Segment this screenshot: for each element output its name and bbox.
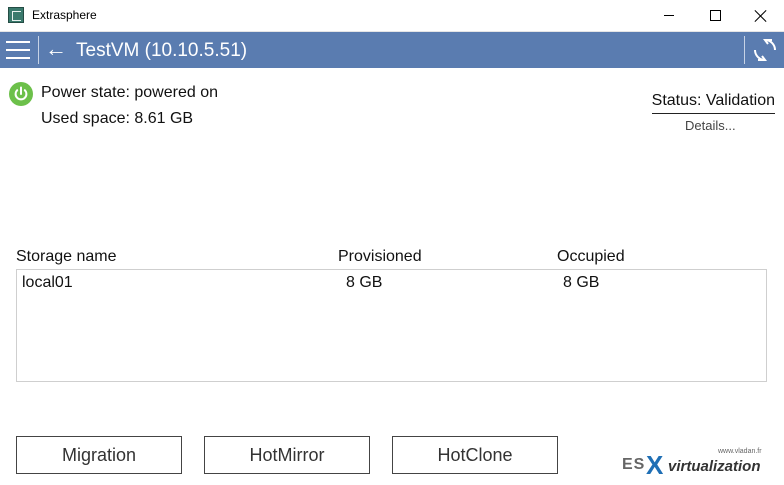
hamburger-menu-icon[interactable] [6,41,30,59]
close-icon [754,9,768,23]
watermark-x: X [646,450,664,480]
table-row[interactable]: local01 8 GB 8 GB [17,274,766,296]
migration-button[interactable]: Migration [16,436,182,474]
column-header-occupied: Occupied [557,248,625,265]
window-titlebar: Extrasphere [0,0,784,32]
minimize-icon [664,15,674,16]
app-logo-icon [8,7,24,23]
header-divider-right [744,36,745,64]
vm-title: TestVM (10.10.5.51) [76,40,248,61]
details-link[interactable]: Details... [685,118,736,133]
header-divider [38,36,39,64]
status-label: Status: Validation [651,92,775,114]
back-arrow-icon[interactable]: ← [45,38,67,60]
esx-virtualization-watermark: www.vladan.fr ES X virtualization [622,448,780,480]
power-icon [9,82,33,106]
close-button[interactable] [738,0,784,31]
maximize-button[interactable] [692,0,738,31]
minimize-button[interactable] [646,0,692,31]
watermark-virtualization: virtualization [668,458,761,475]
maximize-icon [709,10,721,21]
column-header-provisioned: Provisioned [338,248,422,265]
occupied-cell: 8 GB [563,274,600,291]
column-header-storage-name: Storage name [16,248,117,265]
watermark-url: www.vladan.fr [718,448,762,455]
provisioned-cell: 8 GB [346,274,383,291]
refresh-icon[interactable] [752,37,778,63]
power-state-text: Power state: powered on [41,84,218,101]
storage-table: local01 8 GB 8 GB [16,269,767,382]
hotmirror-button[interactable]: HotMirror [204,436,370,474]
app-header: ← TestVM (10.10.5.51) [0,32,784,68]
window-title: Extrasphere [32,8,97,22]
watermark-es: ES [622,456,646,473]
used-space-text: Used space: 8.61 GB [41,110,194,127]
hotclone-button[interactable]: HotClone [392,436,558,474]
storage-name-cell: local01 [22,274,73,291]
